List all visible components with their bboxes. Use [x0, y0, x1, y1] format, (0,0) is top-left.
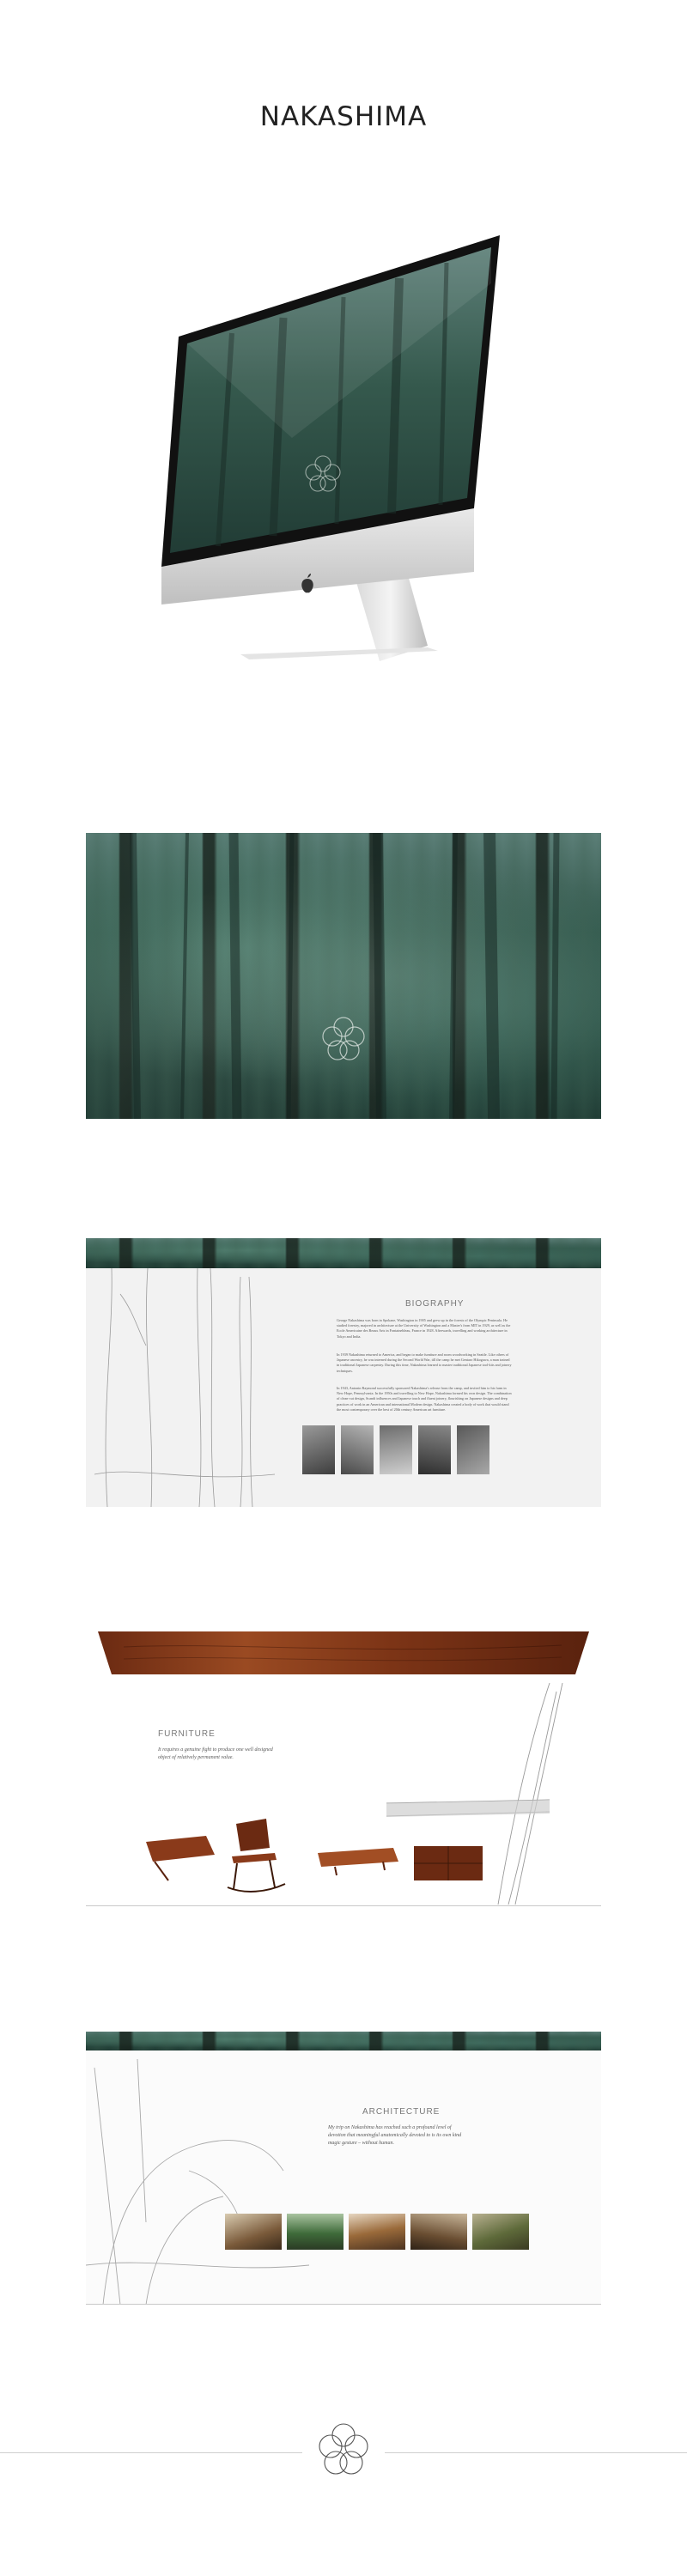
biography-paragraph-2: In 1939 Nakashima returned to America, a…	[337, 1352, 512, 1373]
forest-strip	[86, 2032, 601, 2050]
coffee-table-image	[318, 1848, 398, 1876]
hero-forest-banner	[86, 833, 601, 1119]
architecture-photo[interactable]	[410, 2214, 467, 2250]
forest-strip	[86, 1238, 601, 1268]
cabinet-image	[414, 1846, 483, 1880]
section-divider	[86, 1905, 601, 1906]
biography-section: BIOGRAPHY George Nakashima was born in S…	[86, 1238, 601, 1507]
tree-sketch-illustration	[94, 1268, 275, 1507]
footer-divider-right	[385, 2452, 687, 2453]
architecture-heading: ARCHITECTURE	[362, 2107, 441, 2117]
architecture-photo[interactable]	[287, 2214, 344, 2250]
nakashima-flower-logo-icon	[322, 1017, 365, 1060]
bridge-sketch-illustration	[86, 2058, 309, 2305]
section-divider	[86, 2304, 601, 2305]
biography-photo[interactable]	[380, 1425, 412, 1474]
rocking-chair-image	[227, 1819, 286, 1893]
biography-paragraph-1: George Nakashima was born in Spokane, Wa…	[337, 1318, 511, 1339]
bench-image	[146, 1836, 215, 1881]
nakashima-flower-logo-icon	[319, 2423, 368, 2475]
architecture-photo[interactable]	[349, 2214, 405, 2250]
architecture-photo-strip	[225, 2214, 529, 2250]
architecture-photo[interactable]	[472, 2214, 529, 2250]
biography-photo[interactable]	[457, 1425, 489, 1474]
biography-photo[interactable]	[302, 1425, 335, 1474]
imac-mockup	[161, 235, 500, 661]
page-title: NAKASHIMA	[259, 101, 428, 132]
architecture-tagline: My trip on Nakashima has reached such a …	[328, 2125, 462, 2146]
furniture-section: FURNITURE It requires a genuine fight to…	[86, 1631, 601, 1906]
biography-heading: BIOGRAPHY	[405, 1299, 465, 1309]
biography-photo[interactable]	[341, 1425, 374, 1474]
biography-paragraph-3: In 1943, Antonin Raymond successfully sp…	[337, 1386, 512, 1412]
architecture-photo[interactable]	[225, 2214, 282, 2250]
biography-photo[interactable]	[418, 1425, 451, 1474]
architecture-section: ARCHITECTURE My trip on Nakashima has re…	[86, 2032, 601, 2305]
footer-divider-left	[0, 2452, 302, 2453]
biography-photo-strip	[302, 1425, 489, 1474]
